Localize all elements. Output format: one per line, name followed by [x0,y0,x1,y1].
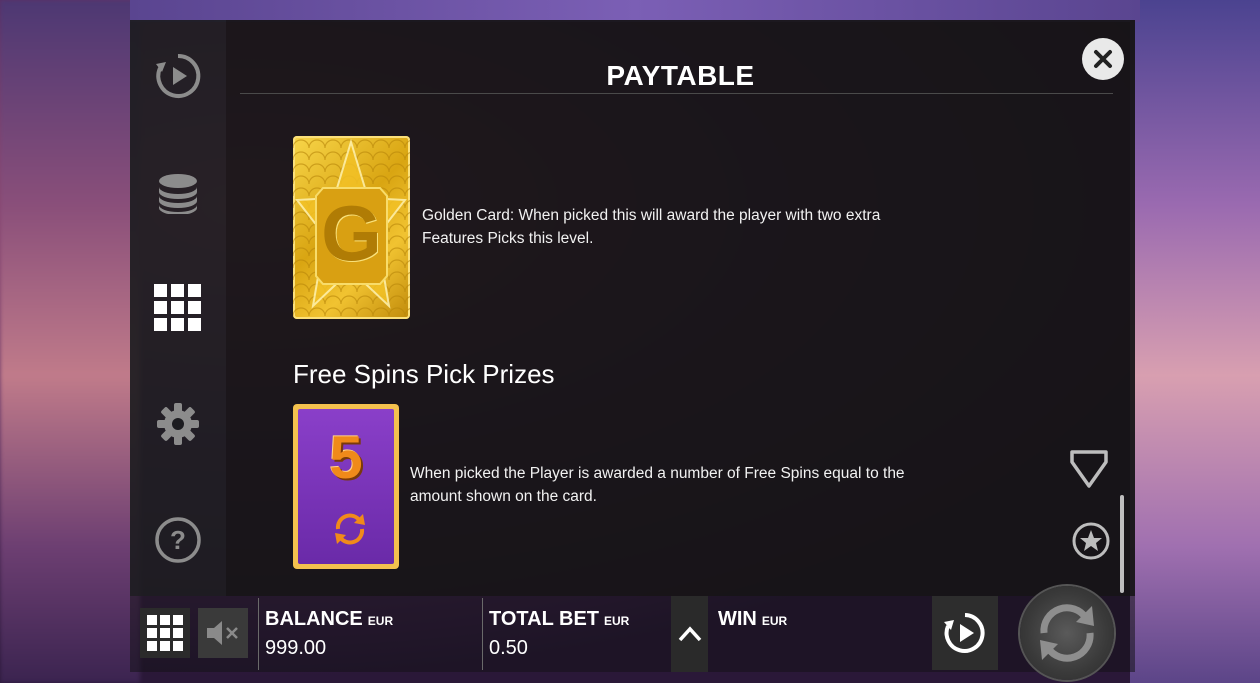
close-button[interactable] [1082,38,1124,80]
spin-button[interactable] [1020,586,1114,680]
title-divider [240,93,1113,94]
free-spins-heading: Free Spins Pick Prizes [293,359,555,389]
menu-grid-icon [147,615,183,651]
paytable-panel: PAYTABLE G Golden Card: When picked this… [226,20,1135,596]
balance-value: 999.00 [265,637,327,659]
total-bet-value: 0.50 [489,637,528,659]
total-bet-display: TOTAL BET EUR 0.50 [489,608,629,660]
total-bet-unit: EUR [604,614,630,628]
free-spins-card-image: 5 [293,404,399,569]
free-spins-description: When picked the Player is awarded a numb… [410,462,905,508]
free-spins-card-number: 5 [329,424,363,491]
close-icon [1094,50,1112,68]
sound-button[interactable] [198,608,248,658]
side-menu: ? [130,20,226,596]
background-right [1130,0,1260,683]
help-side-button[interactable]: ? [152,514,204,566]
free-spins-text-line2: amount shown on the card. [410,488,597,505]
total-bet-label: TOTAL BET [489,608,599,630]
autoplay-icon [944,613,985,653]
help-icon: ? [155,517,201,563]
autoplay-icon [156,53,201,98]
settings-side-button[interactable] [152,398,204,450]
chevron-up-icon [678,626,701,642]
scroll-shield-button[interactable] [1069,448,1109,494]
paytable-side-button[interactable] [152,282,204,334]
balance-display: BALANCE EUR 999.00 [265,608,393,660]
win-display: WIN EUR [718,608,787,637]
golden-card-image: G [293,136,410,319]
win-unit: EUR [761,614,788,628]
balance-label: BALANCE [265,608,363,630]
separator [482,598,483,670]
win-label: WIN [718,608,757,630]
scrollbar[interactable] [1120,495,1124,593]
balance-unit: EUR [367,614,394,628]
golden-card-letter: G [321,189,382,277]
paytable-title: PAYTABLE [606,60,755,91]
paytable-grid-icon [154,284,201,331]
background-left [0,0,140,683]
bet-expand-button[interactable] [671,596,708,672]
settings-gear-icon [157,403,199,445]
free-spins-text-line1: When picked the Player is awarded a numb… [410,465,905,482]
star-icon [1072,522,1110,560]
scroll-star-button[interactable] [1072,522,1110,564]
svg-text:?: ? [170,525,186,555]
background-top [130,0,1140,22]
autoplay-button[interactable] [932,596,998,670]
golden-card-text-line2: Features Picks this level. [422,230,594,247]
shield-icon [1070,450,1108,488]
bet-side-button[interactable] [152,167,204,219]
menu-button[interactable] [140,608,190,658]
spin-arrows-icon [335,513,365,545]
spin-icon [1040,604,1094,662]
coins-icon [159,174,197,214]
golden-card-text-line1: Golden Card: When picked this will award… [422,207,881,224]
separator [258,598,259,670]
golden-card-description: Golden Card: When picked this will award… [422,204,880,250]
mute-icon [207,621,238,645]
autoplay-side-button[interactable] [152,50,204,102]
